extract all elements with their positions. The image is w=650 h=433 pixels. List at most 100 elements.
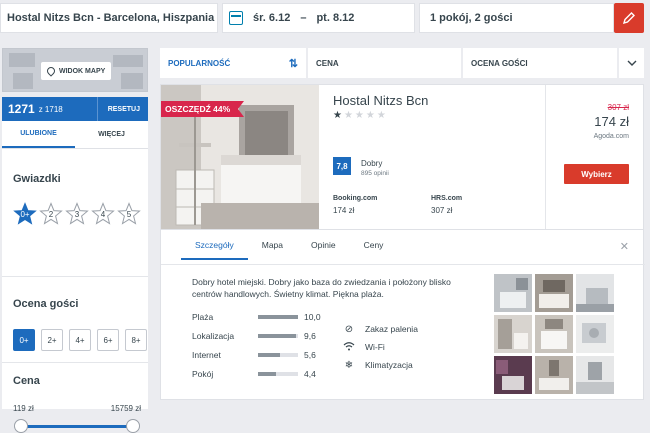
star-option-label: 2 xyxy=(48,210,54,219)
price-panel: 307 zł 174 zł Agoda.com Wybierz xyxy=(545,85,643,229)
hotel-card[interactable]: OSZCZĘDŹ 44% Hostal Nitzs Bcn ★★★★★ 7,8 … xyxy=(160,84,644,230)
results-count-total: z 1718 xyxy=(38,104,63,114)
map-block xyxy=(9,53,35,67)
tab-favorites[interactable]: ULUBIONE xyxy=(2,121,75,148)
category-ratings: Plaża 10,0 Lokalizacja 9,6 Internet 5,6 … xyxy=(192,312,342,388)
price-range-labels: 119 zł 15759 zł xyxy=(13,404,141,413)
map-view-button[interactable]: WIDOK MAPY xyxy=(41,62,112,80)
reviews-count[interactable]: 895 opinii xyxy=(361,170,389,177)
gallery-thumbnail[interactable] xyxy=(535,356,573,394)
price-slider-max-handle[interactable] xyxy=(126,419,140,433)
map-view-label: WIDOK MAPY xyxy=(59,67,106,75)
amenity-label: Zakaz palenia xyxy=(365,324,418,334)
price-max: 15759 zł xyxy=(110,404,141,413)
rating-bar xyxy=(258,372,298,376)
category-label: Lokalizacja xyxy=(192,331,235,341)
price-slider-track[interactable] xyxy=(20,425,133,428)
star-option-4[interactable]: 4 xyxy=(91,202,115,226)
gallery-thumbnail[interactable] xyxy=(494,274,532,312)
map-preview[interactable]: WIDOK MAPY xyxy=(2,48,148,92)
rating-filter: 0+ 2+ 4+ 6+ 8+ xyxy=(13,329,147,351)
discount-badge: OSZCZĘDŹ 44% xyxy=(161,101,245,117)
star-option-0[interactable]: 0+ xyxy=(13,202,37,226)
destination-field[interactable]: Hostal Nitzs Bcn - Barcelona, Hiszpania xyxy=(0,3,218,33)
reset-button[interactable]: RESETUJ xyxy=(96,97,140,121)
results-count: 1271 z 1718 RESETUJ xyxy=(2,97,148,121)
gallery-thumbnail[interactable] xyxy=(494,315,532,353)
star-option-3[interactable]: 3 xyxy=(65,202,89,226)
gallery-thumbnail[interactable] xyxy=(494,356,532,394)
rating-filter-title: Ocena gości xyxy=(13,298,79,310)
hotel-photo[interactable]: OSZCZĘDŹ 44% xyxy=(161,85,319,229)
close-icon[interactable]: ✕ xyxy=(620,240,629,253)
category-rating-row: Plaża 10,0 xyxy=(192,312,342,331)
deal-price[interactable]: 307 zł xyxy=(431,206,452,215)
snowflake-icon: ❄ xyxy=(344,359,354,371)
thumbnail-image xyxy=(494,274,532,312)
thumbnail-image xyxy=(494,356,532,394)
thumbnail-image xyxy=(576,274,614,312)
star-option-5[interactable]: 5 xyxy=(117,202,141,226)
rating-label: Dobry xyxy=(361,159,383,168)
rating-bar-fill xyxy=(258,334,297,338)
rooms-field[interactable]: 1 pokój, 2 gości xyxy=(419,3,614,33)
sort-rating[interactable]: OCENA GOŚCI xyxy=(463,48,617,78)
rating-bar-fill xyxy=(258,353,281,357)
sort-order-icon: ⇅ xyxy=(288,58,298,70)
search-bar: Hostal Nitzs Bcn - Barcelona, Hiszpania … xyxy=(0,0,650,36)
category-rating-row: Pokój 4,4 xyxy=(192,369,342,388)
gallery-thumbnail[interactable] xyxy=(576,356,614,394)
rating-bar xyxy=(258,353,298,357)
best-price: 174 zł xyxy=(594,114,629,129)
thumbnail-image xyxy=(576,315,614,353)
rating-option[interactable]: 2+ xyxy=(41,329,63,351)
dates-field[interactable]: śr. 6.12 – pt. 8.12 xyxy=(222,3,415,33)
amenity-item: ❄ Klimatyzacja xyxy=(343,356,418,374)
price-min: 119 zł xyxy=(13,404,34,413)
deal-provider[interactable]: Booking.com xyxy=(333,195,377,202)
sort-popularity[interactable]: POPULARNOŚĆ ⇅ xyxy=(160,48,306,78)
edit-search-button[interactable] xyxy=(614,3,644,33)
amenity-item: ⊘ Zakaz palenia xyxy=(343,320,418,338)
no-smoking-icon: ⊘ xyxy=(344,323,354,335)
map-block xyxy=(13,73,33,89)
more-sort-button[interactable] xyxy=(619,48,644,78)
pencil-icon xyxy=(622,12,635,25)
hotel-name[interactable]: Hostal Nitzs Bcn xyxy=(333,93,428,108)
gallery-thumbnail[interactable] xyxy=(576,315,614,353)
hotel-description: Dobry hotel miejski. Dobry jako baza do … xyxy=(192,277,451,299)
price-slider-min-handle[interactable] xyxy=(14,419,28,433)
thumbnail-image xyxy=(535,356,573,394)
rating-bar-fill xyxy=(258,315,298,319)
rating-option[interactable]: 8+ xyxy=(125,329,147,351)
tab-prices[interactable]: Ceny xyxy=(350,240,398,260)
tab-map[interactable]: Mapa xyxy=(248,240,297,260)
amenity-item: Wi-Fi xyxy=(343,338,418,356)
amenities-list: ⊘ Zakaz palenia Wi-Fi ❄ Klimatyzacja xyxy=(343,320,418,374)
sort-bar: POPULARNOŚĆ ⇅ CENA OCENA GOŚCI xyxy=(160,48,644,78)
rating-option[interactable]: 6+ xyxy=(97,329,119,351)
star-icon: ★ xyxy=(333,110,344,121)
rating-option[interactable]: 4+ xyxy=(69,329,91,351)
sort-price[interactable]: CENA xyxy=(308,48,461,78)
star-option-2[interactable]: 2 xyxy=(39,202,63,226)
tab-reviews[interactable]: Opinie xyxy=(297,240,350,260)
map-block xyxy=(121,73,143,89)
gallery-thumbnail[interactable] xyxy=(535,315,573,353)
deal-provider[interactable]: HRS.com xyxy=(431,195,462,202)
choose-button[interactable]: Wybierz xyxy=(564,164,629,184)
rating-option[interactable]: 0+ xyxy=(13,329,35,351)
hotel-star-rating: ★★★★★ xyxy=(333,110,388,121)
tab-details[interactable]: Szczegóły xyxy=(181,240,248,260)
category-label: Pokój xyxy=(192,369,214,379)
stars-filter: 0+ 2 3 4 5 xyxy=(13,202,141,226)
chevron-down-icon xyxy=(627,60,636,66)
deal-price[interactable]: 174 zł xyxy=(333,206,354,215)
category-value: 5,6 xyxy=(304,350,316,360)
gallery-thumbnail[interactable] xyxy=(535,274,573,312)
gallery-thumbnail[interactable] xyxy=(576,274,614,312)
tab-more[interactable]: WIĘCEJ xyxy=(75,121,148,148)
amenity-label: Wi-Fi xyxy=(365,342,385,352)
star-option-label: 3 xyxy=(74,210,80,219)
rating-bar-fill xyxy=(258,372,276,376)
